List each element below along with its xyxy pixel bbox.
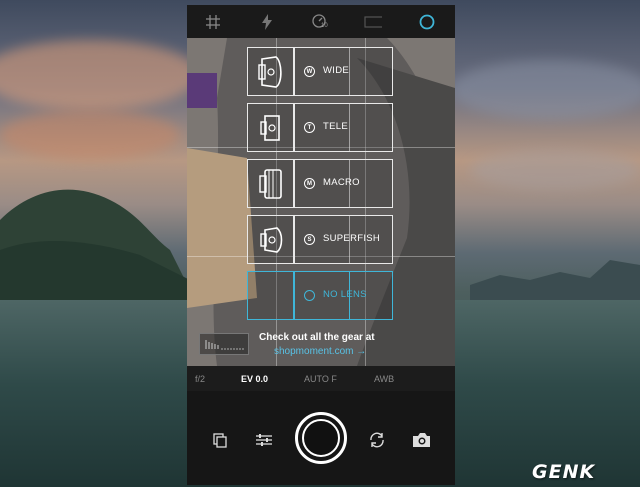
timer-icon[interactable]: 10 <box>311 13 329 31</box>
wide-badge: W <box>304 66 315 77</box>
flip-camera-icon[interactable] <box>368 431 386 449</box>
wide-label: WIDE <box>323 65 350 76</box>
flash-icon[interactable] <box>258 13 276 31</box>
lens-select-icon[interactable] <box>418 13 436 31</box>
superfish-badge: S <box>304 234 315 245</box>
lens-option-tele[interactable]: T TELE <box>247 103 393 152</box>
ev-setting[interactable]: EV 0.0 <box>241 374 268 384</box>
watermark-logo: GENK <box>532 461 596 483</box>
audio-level-icon <box>199 333 249 355</box>
camera-mode-icon[interactable] <box>412 431 430 449</box>
viewfinder[interactable]: W WIDE T TELE M MACRO S SUPERFISH NO LEN… <box>187 38 455 366</box>
settings-strip: f/2 EV 0.0 AUTO F AWB <box>187 366 455 391</box>
camera-app-screen: 10 W WIDE T TELE M MACRO S SUPERFISH NO … <box>187 5 455 485</box>
bottom-toolbar <box>187 391 455 485</box>
adjust-icon[interactable] <box>255 431 273 449</box>
timer-value: 10 <box>321 23 328 29</box>
aspect-ratio-icon[interactable] <box>364 13 382 31</box>
lens-option-no-lens[interactable]: NO LENS <box>247 271 393 320</box>
lens-option-wide[interactable]: W WIDE <box>247 47 393 96</box>
shutter-button[interactable] <box>295 412 347 464</box>
no-lens-label: NO LENS <box>323 289 367 300</box>
tele-lens-icon <box>260 115 280 141</box>
gallery-icon[interactable] <box>211 431 229 449</box>
promo-text: Check out all the gear at <box>259 332 375 343</box>
no-lens-radio <box>304 290 315 301</box>
macro-label: MACRO <box>323 177 360 188</box>
macro-lens-icon <box>259 169 282 199</box>
superfish-label: SUPERFISH <box>323 233 381 244</box>
lens-option-superfish[interactable]: S SUPERFISH <box>247 215 393 264</box>
tele-label: TELE <box>323 121 348 132</box>
promo-link[interactable]: shopmoment.com → <box>274 346 366 357</box>
tele-badge: T <box>304 122 315 133</box>
white-balance-setting[interactable]: AWB <box>374 374 394 384</box>
lens-option-macro[interactable]: M MACRO <box>247 159 393 208</box>
wide-lens-icon <box>258 56 282 88</box>
top-toolbar: 10 <box>187 5 455 38</box>
superfish-lens-icon <box>260 227 283 253</box>
grid-icon[interactable] <box>204 13 222 31</box>
aperture-setting[interactable]: f/2 <box>195 374 205 384</box>
macro-badge: M <box>304 178 315 189</box>
focus-setting[interactable]: AUTO F <box>304 374 337 384</box>
